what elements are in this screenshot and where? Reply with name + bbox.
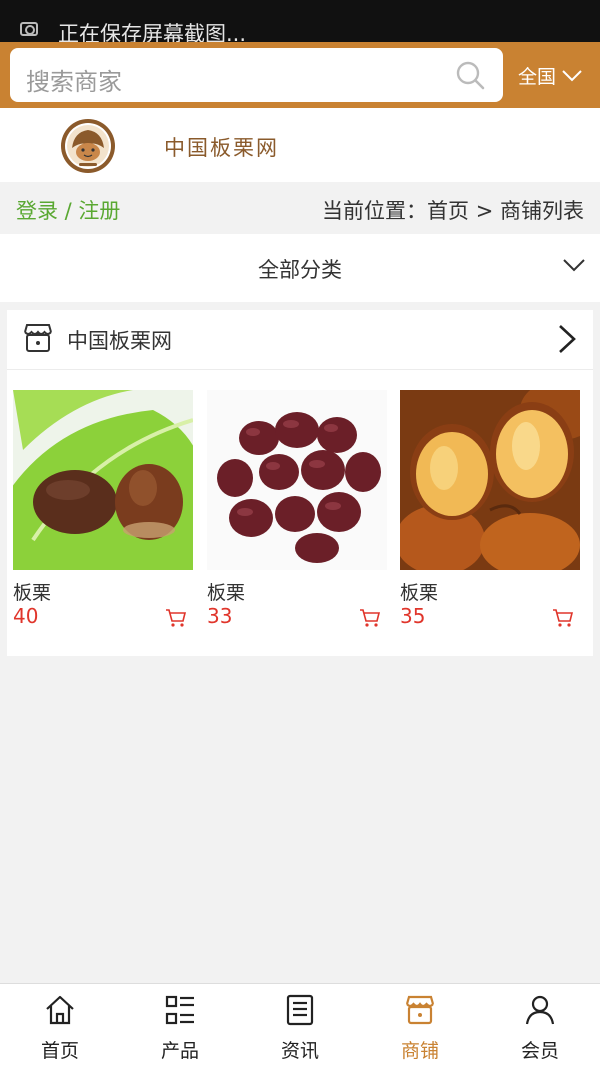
breadcrumb: 当前位置：首页 > 商铺列表 <box>322 199 584 223</box>
product-price: 33 <box>207 604 233 628</box>
chestnut-logo-icon[interactable] <box>60 118 116 174</box>
product-price: 40 <box>13 604 39 628</box>
shop-icon <box>405 995 435 1025</box>
brand-name: 中国板栗网 <box>164 136 279 160</box>
tab-products[interactable]: 产品 <box>120 984 240 1067</box>
news-icon <box>286 994 314 1026</box>
product-card[interactable]: 板栗 40 <box>13 390 193 640</box>
search-input[interactable]: 搜索商家 <box>10 48 503 102</box>
breadcrumb-bar: 登录 / 注册 当前位置：首页 > 商铺列表 <box>0 182 600 234</box>
tab-label: 首页 <box>40 1040 79 1062</box>
region-label: 全国 <box>518 66 557 88</box>
product-name: 板栗 <box>400 582 439 604</box>
tab-shops[interactable]: 商铺 <box>360 984 480 1067</box>
tab-label: 产品 <box>160 1040 199 1062</box>
brand-header: 中国板栗网 <box>0 108 600 182</box>
shop-name: 中国板栗网 <box>67 329 172 353</box>
bottom-tab-bar: 首页 产品 资讯 商铺 会员 <box>0 983 600 1067</box>
tab-home[interactable]: 首页 <box>0 984 120 1067</box>
category-dropdown[interactable]: 全部分类 <box>0 234 600 302</box>
cart-icon[interactable] <box>359 608 381 628</box>
product-card[interactable]: 板栗 33 <box>207 390 387 640</box>
product-card[interactable]: 板栗 35 <box>400 390 580 640</box>
chevron-down-icon <box>563 259 585 272</box>
product-image[interactable] <box>13 390 193 570</box>
search-bar: 搜索商家 全国 <box>0 42 600 108</box>
search-placeholder: 搜索商家 <box>26 68 122 96</box>
product-price: 35 <box>400 604 426 628</box>
chevron-right-icon[interactable] <box>557 324 577 354</box>
home-icon <box>46 995 74 1025</box>
product-image[interactable] <box>400 390 580 570</box>
cart-icon[interactable] <box>165 608 187 628</box>
region-selector[interactable]: 全国 <box>518 62 582 89</box>
tab-label: 商铺 <box>400 1040 439 1062</box>
product-name: 板栗 <box>13 582 52 604</box>
shop-header[interactable]: 中国板栗网 <box>7 310 593 370</box>
search-icon[interactable] <box>455 60 485 90</box>
grid-list-icon <box>165 995 194 1025</box>
user-icon <box>525 995 555 1025</box>
tab-label: 会员 <box>520 1040 559 1062</box>
shop-icon <box>24 324 52 352</box>
tab-member[interactable]: 会员 <box>480 984 600 1067</box>
product-image[interactable] <box>207 390 387 570</box>
tab-label: 资讯 <box>280 1040 319 1062</box>
status-bar: 正在保存屏幕截图... <box>0 0 600 46</box>
chevron-down-icon <box>562 69 582 81</box>
category-label: 全部分类 <box>258 258 342 282</box>
product-name: 板栗 <box>207 582 246 604</box>
login-register-link[interactable]: 登录 / 注册 <box>16 195 120 225</box>
tab-news[interactable]: 资讯 <box>240 984 360 1067</box>
shop-card: 中国板栗网 板栗 40 板栗 33 板栗 35 <box>7 310 593 656</box>
screenshot-icon <box>20 22 38 36</box>
cart-icon[interactable] <box>552 608 574 628</box>
